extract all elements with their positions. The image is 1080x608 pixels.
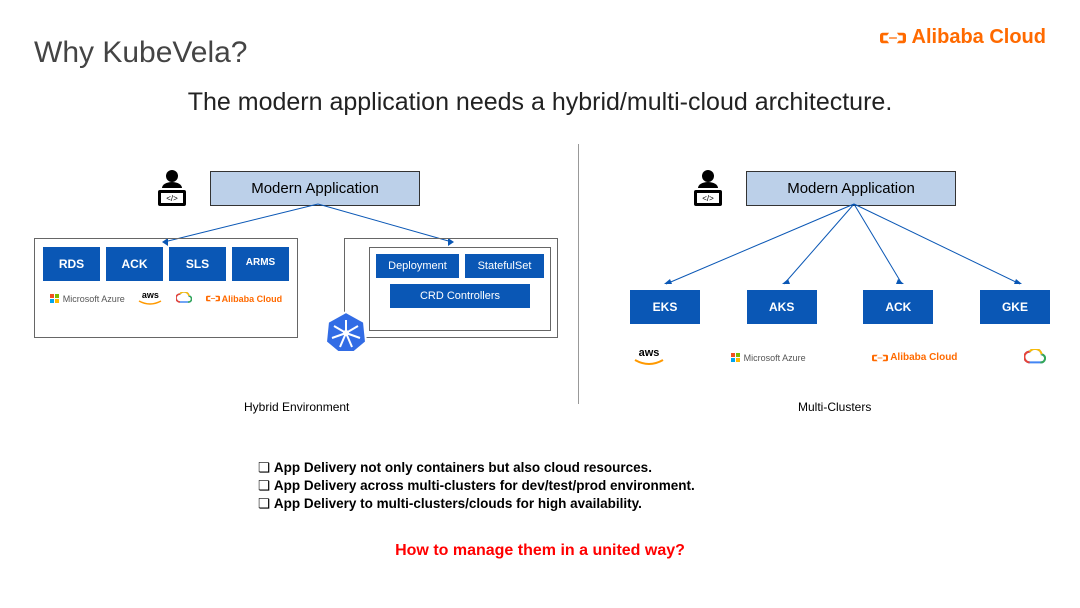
cluster-gke: GKE bbox=[980, 290, 1050, 324]
cluster-ack: ACK bbox=[863, 290, 933, 324]
brand-text: Alibaba Cloud bbox=[912, 26, 1046, 49]
multi-clusters-diagram: </> Modern Application EKS AKS ACK GKE a… bbox=[620, 168, 1060, 367]
bullet-1: App Delivery not only containers but als… bbox=[258, 460, 695, 476]
aws-logo: aws bbox=[138, 291, 162, 306]
page-title: Why KubeVela? bbox=[34, 36, 247, 70]
gcp-logo-right bbox=[1024, 349, 1046, 367]
brand-logo: Alibaba Cloud bbox=[880, 26, 1046, 49]
connector-lines-right bbox=[620, 202, 1060, 288]
azure-logo-right: Microsoft Azure bbox=[731, 353, 806, 363]
page-subtitle: The modern application needs a hybrid/mu… bbox=[0, 88, 1080, 117]
chip-crd: CRD Controllers bbox=[390, 284, 530, 308]
chip-statefulset: StatefulSet bbox=[465, 254, 544, 278]
alibaba-logo-small: Alibaba Cloud bbox=[206, 294, 283, 304]
bullet-list: App Delivery not only containers but als… bbox=[258, 460, 695, 514]
bullet-3: App Delivery to multi-clusters/clouds fo… bbox=[258, 496, 695, 512]
bullet-2: App Delivery across multi-clusters for d… bbox=[258, 478, 695, 494]
modern-application-box-left: Modern Application bbox=[210, 171, 420, 206]
kubernetes-group: Deployment StatefulSet CRD Controllers bbox=[344, 238, 558, 338]
hybrid-environment-diagram: </> Modern Application RDS ACK SLS ARMS … bbox=[34, 168, 570, 208]
modern-application-box-right: Modern Application bbox=[746, 171, 956, 206]
kubernetes-icon bbox=[324, 310, 368, 354]
aws-logo-right: aws bbox=[634, 348, 664, 367]
service-sls: SLS bbox=[169, 247, 226, 281]
vertical-divider bbox=[578, 144, 579, 404]
azure-logo: Microsoft Azure bbox=[50, 294, 125, 304]
cloud-services-group: RDS ACK SLS ARMS Microsoft Azure aws Ali… bbox=[34, 238, 298, 338]
chip-deployment: Deployment bbox=[376, 254, 459, 278]
service-rds: RDS bbox=[43, 247, 100, 281]
gcp-logo bbox=[176, 292, 192, 306]
service-arms: ARMS bbox=[232, 247, 289, 281]
service-ack: ACK bbox=[106, 247, 163, 281]
cluster-aks: AKS bbox=[747, 290, 817, 324]
cluster-eks: EKS bbox=[630, 290, 700, 324]
multi-clusters-label: Multi-Clusters bbox=[798, 400, 871, 414]
hybrid-environment-label: Hybrid Environment bbox=[244, 400, 349, 414]
alibaba-icon bbox=[880, 29, 906, 47]
closing-question: How to manage them in a united way? bbox=[0, 542, 1080, 560]
alibaba-logo-right: Alibaba Cloud bbox=[872, 352, 957, 363]
